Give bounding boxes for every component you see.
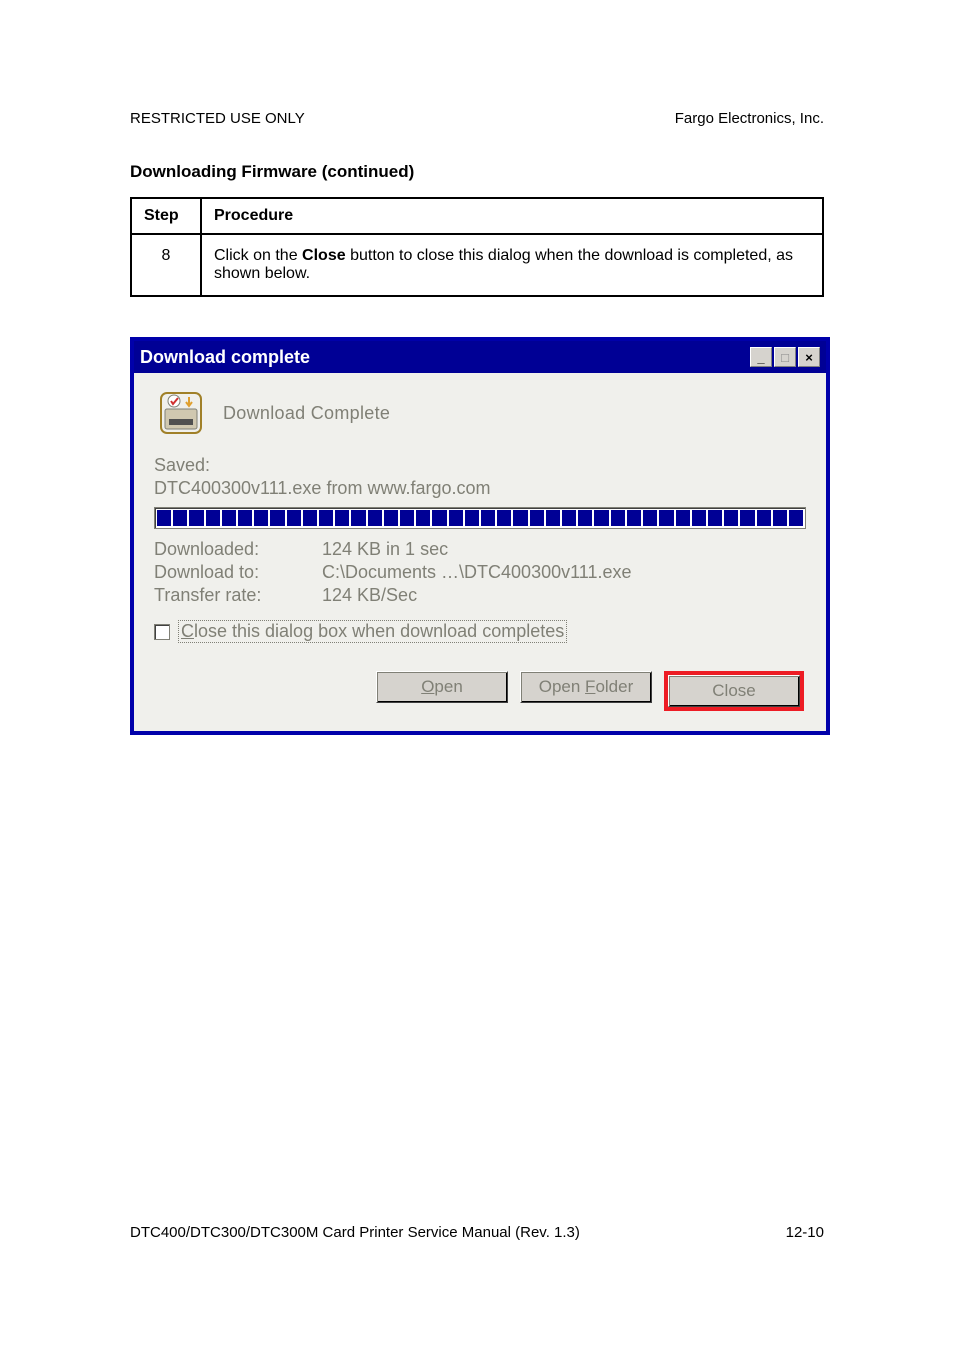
download-to-value: C:\Documents …\DTC400300v111.exe xyxy=(322,562,631,583)
transfer-rate-value: 124 KB/Sec xyxy=(322,585,417,606)
step-procedure: Click on the Close button to close this … xyxy=(201,234,823,296)
dialog-title: Download complete xyxy=(140,347,310,368)
window-controls: _ □ × xyxy=(750,347,820,367)
saved-label: Saved: xyxy=(154,455,806,476)
open-button[interactable]: Open xyxy=(376,671,508,703)
downloaded-value: 124 KB in 1 sec xyxy=(322,539,448,560)
close-button-highlight: Close xyxy=(664,671,804,711)
downloaded-label: Downloaded: xyxy=(154,539,322,560)
section-title: Downloading Firmware (continued) xyxy=(130,162,824,182)
download-to-label: Download to: xyxy=(154,562,322,583)
close-on-complete-label: Close this dialog box when download comp… xyxy=(178,620,567,643)
close-on-complete-checkbox[interactable] xyxy=(154,624,170,640)
close-button[interactable]: Close xyxy=(668,675,800,707)
transfer-rate-label: Transfer rate: xyxy=(154,585,322,606)
maximize-button[interactable]: □ xyxy=(774,347,796,367)
col-procedure: Procedure xyxy=(201,198,823,234)
saved-path: DTC400300v111.exe from www.fargo.com xyxy=(154,478,806,499)
titlebar: Download complete _ □ × xyxy=(134,341,826,373)
footer-right: 12-10 xyxy=(786,1224,824,1241)
table-row: 8 Click on the Close button to close thi… xyxy=(131,234,823,296)
step-number: 8 xyxy=(131,234,201,296)
progress-bar xyxy=(154,507,806,529)
header-left: RESTRICTED USE ONLY xyxy=(130,110,305,127)
col-step: Step xyxy=(131,198,201,234)
download-icon xyxy=(159,391,203,435)
download-info: Downloaded: 124 KB in 1 sec Download to:… xyxy=(154,539,806,606)
open-folder-button[interactable]: Open Folder xyxy=(520,671,652,703)
close-window-button[interactable]: × xyxy=(798,347,820,367)
footer-left: DTC400/DTC300/DTC300M Card Printer Servi… xyxy=(130,1224,580,1241)
dialog-buttons: Open Open Folder Close xyxy=(154,671,806,711)
download-complete-dialog: Download complete _ □ × Download Complet… xyxy=(130,337,830,735)
download-complete-label: Download Complete xyxy=(223,403,390,424)
minimize-button[interactable]: _ xyxy=(750,347,772,367)
header-right: Fargo Electronics, Inc. xyxy=(675,110,824,127)
procedure-table: Step Procedure 8 Click on the Close butt… xyxy=(130,197,824,297)
